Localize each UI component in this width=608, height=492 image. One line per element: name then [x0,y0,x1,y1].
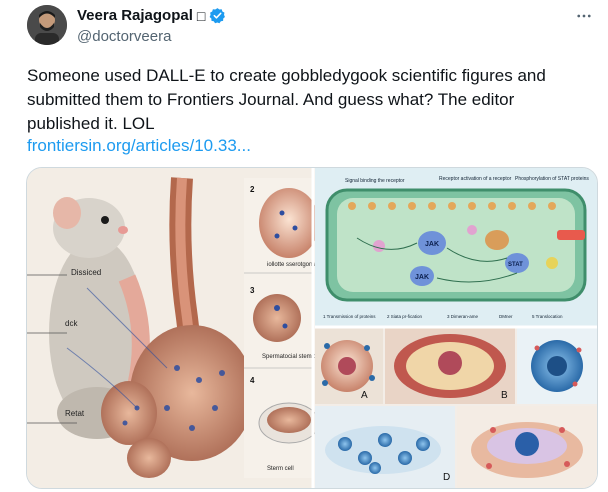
stat-label: STAT [508,262,523,268]
author-handle[interactable]: @doctorveera [77,28,171,45]
avatar[interactable] [27,5,67,45]
rat-label-dck: dck [65,319,78,328]
panel-number-4: 4 [250,376,255,385]
jak-top-caption-3: Phosphorylation of STAT proteins [515,176,589,182]
jak-bottom-5: 5 Translocation [532,314,563,319]
panel-number-2: 2 [250,185,255,194]
more-options-icon[interactable] [572,4,596,28]
panel-number-3: 3 [250,286,255,295]
rat-label-retat: Retat [65,409,85,418]
verified-badge-icon [209,7,226,24]
tweet-media-image[interactable]: Dissiced dck Retat 2 3 4 iollotte sserot… [26,167,598,489]
jak-bottom-3: 3 Dimeran-ame [447,314,479,319]
tweet-text: Someone used DALL-E to create gobbledygo… [27,66,546,133]
rat-label-dissiced: Dissiced [71,268,101,277]
jak-top-caption-2: Receptor activation of a receptor [439,176,512,182]
cell-illustration-grid: A B D [315,328,597,488]
jak-stat-diagram-panel: JAK JAK STAT Signal binding the receptor… [315,168,597,326]
grid-letter-b: B [501,390,508,401]
jak-bottom-2: 2 Siata pr-fication [387,314,423,319]
name-emoji: □ [196,7,206,24]
panel-caption-4: Sterm cell [267,466,294,472]
jak-bottom-4: DMner [499,314,513,319]
tweet: Veera Rajagopal □ @doctorveera Someone u… [0,0,608,492]
grid-letter-a: A [361,390,368,401]
display-name[interactable]: Veera Rajagopal [77,7,193,24]
tweet-link[interactable]: frontiersin.org/articles/10.33... [27,134,251,158]
jak-label-1: JAK [425,241,439,248]
grid-letter-d: D [443,472,450,483]
jak-label-2: JAK [415,274,429,281]
jak-top-caption-1: Signal binding the receptor [345,178,405,184]
author-name-row: Veera Rajagopal □ [77,7,226,24]
jak-bottom-1: 1 Transmission of proteins [323,314,376,319]
